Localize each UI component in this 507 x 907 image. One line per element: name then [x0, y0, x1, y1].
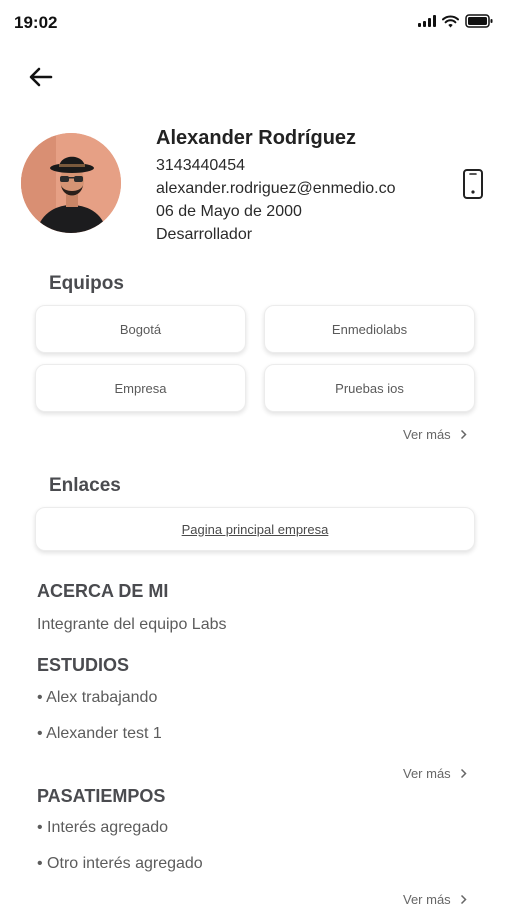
status-bar: 19:02: [0, 0, 507, 44]
chevron-right-icon: [460, 429, 467, 440]
profile-name: Alexander Rodríguez: [156, 127, 357, 149]
status-icons: [418, 14, 493, 28]
team-card-enmediolabs[interactable]: Enmediolabs: [264, 305, 475, 353]
smartphone-icon[interactable]: [460, 168, 486, 200]
status-time: 19:02: [14, 13, 58, 32]
studies-ver-mas-link[interactable]: Ver más: [403, 766, 467, 781]
profile-phone: 3143440454: [156, 157, 245, 174]
hobbies-item: • Otro interés agregado: [37, 855, 203, 872]
ver-mas-label: Ver más: [403, 766, 451, 781]
team-card-bogota[interactable]: Bogotá: [35, 305, 246, 353]
profile-email: alexander.rodriguez@enmedio.co: [156, 180, 396, 197]
studies-item: • Alexander test 1: [37, 725, 162, 742]
cellular-signal-icon: [418, 15, 436, 27]
company-homepage-link[interactable]: Pagina principal empresa: [35, 507, 475, 551]
equipos-ver-mas-link[interactable]: Ver más: [403, 427, 467, 442]
chevron-right-icon: [460, 768, 467, 779]
wifi-icon: [442, 14, 459, 27]
profile-info: Alexander Rodríguez 3143440454 alexander…: [156, 127, 396, 246]
equipos-title: Equipos: [49, 273, 124, 294]
profile-birthdate: 06 de Mayo de 2000: [156, 203, 302, 220]
hobbies-item: • Interés agregado: [37, 819, 169, 836]
team-card-empresa[interactable]: Empresa: [35, 364, 246, 412]
studies-title: ESTUDIOS: [37, 655, 130, 675]
about-me-title: ACERCA DE MI: [37, 581, 169, 601]
profile-role: Desarrollador: [156, 226, 253, 243]
studies-item: • Alex trabajando: [37, 689, 158, 706]
avatar: [21, 133, 121, 233]
about-me-text: Integrante del equipo Labs: [37, 616, 227, 633]
battery-icon: [465, 14, 493, 28]
team-card-pruebas-ios[interactable]: Pruebas ios: [264, 364, 475, 412]
enlaces-title: Enlaces: [49, 475, 121, 496]
back-arrow-icon[interactable]: [26, 62, 56, 92]
ver-mas-label: Ver más: [403, 427, 451, 442]
hobbies-title: PASATIEMPOS: [37, 786, 166, 806]
